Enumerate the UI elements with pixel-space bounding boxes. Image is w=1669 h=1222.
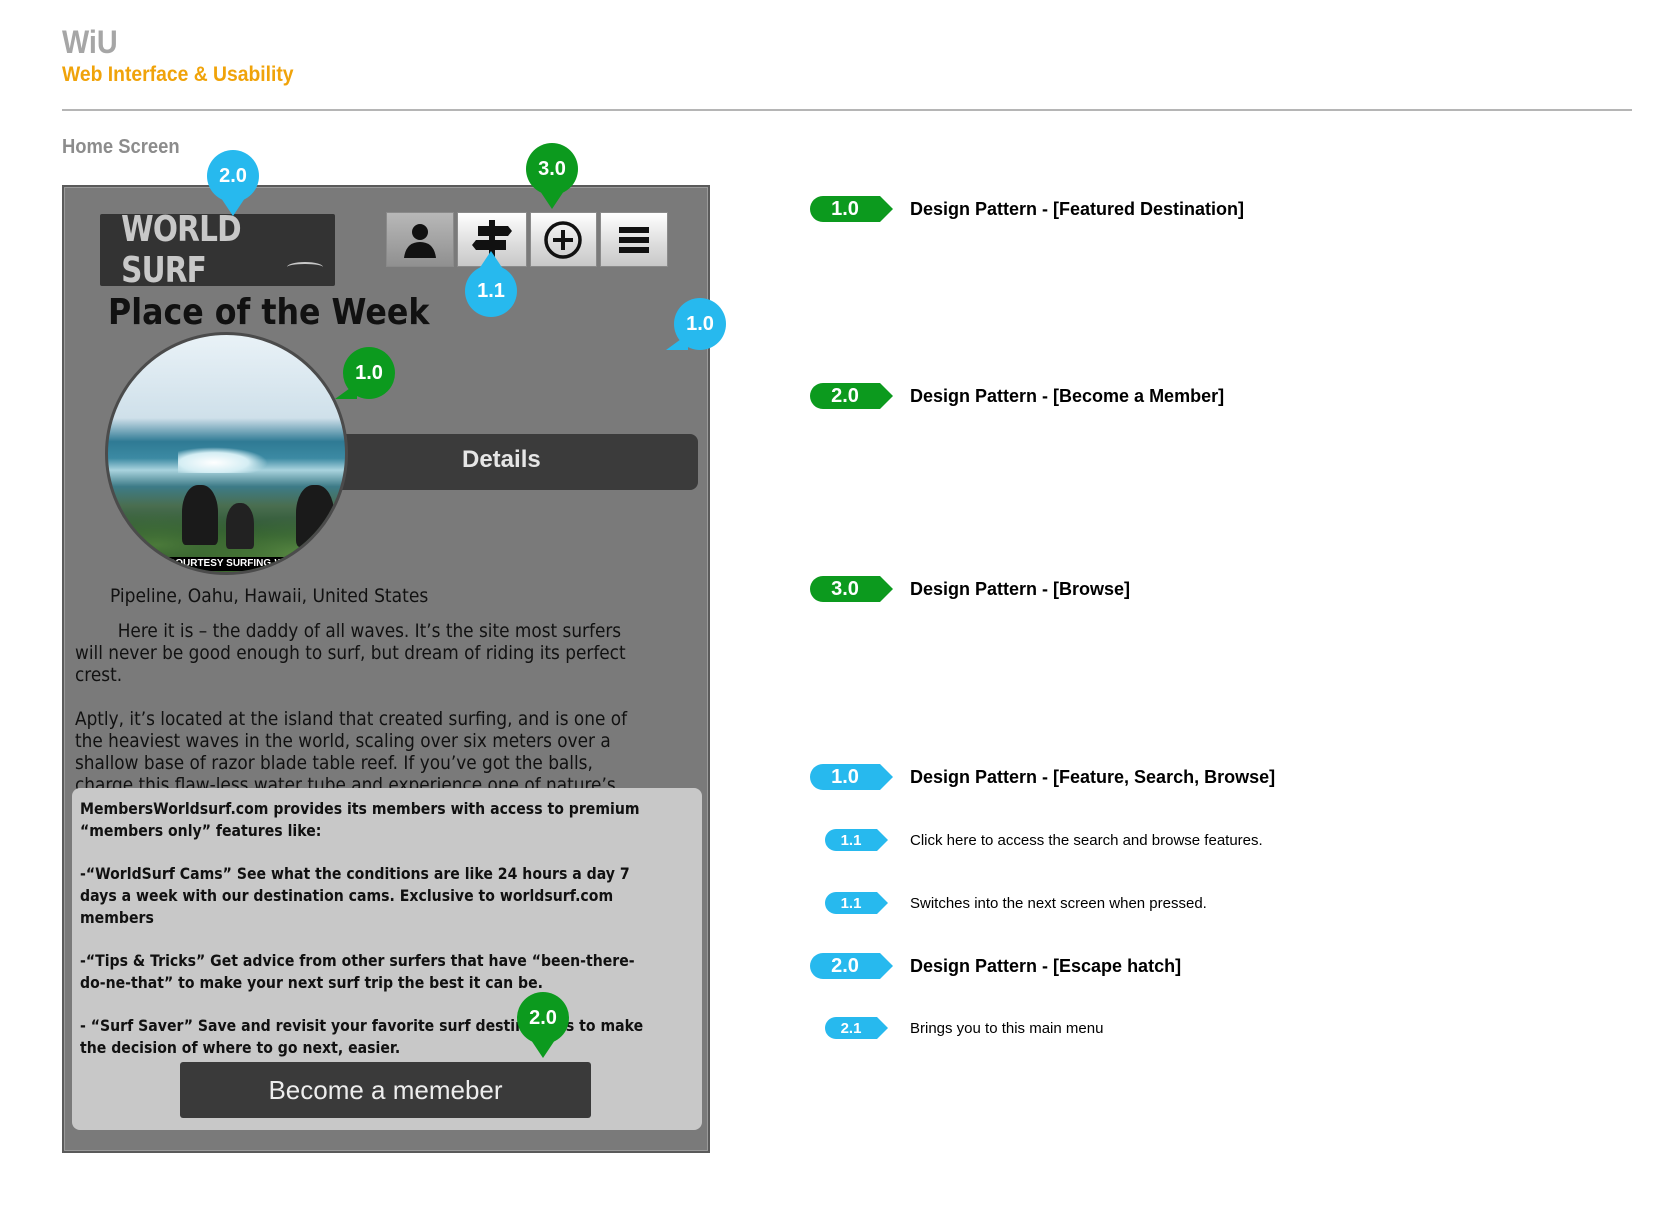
top-navbar (386, 212, 668, 267)
members-text: MembersWorldsurf.com provides its member… (80, 798, 652, 1080)
legend-label: Click here to access the search and brow… (910, 831, 1263, 849)
menu-button[interactable] (600, 212, 668, 267)
legend-item: 1.0 Design Pattern - [Feature, Search, B… (810, 764, 1275, 790)
legend-tag: 3.0 (810, 576, 893, 602)
legend-item: 1.0 Design Pattern - [Featured Destinati… (810, 196, 1244, 222)
legend-tag: 1.1 (825, 892, 888, 914)
details-label: Details (462, 446, 541, 473)
members-feature-cams: -“WorldSurf Cams” See what the condition… (80, 864, 630, 927)
wave-shape (178, 447, 268, 473)
legend-label: Design Pattern - [Become a Member] (910, 385, 1225, 406)
place-of-week-title: Place of the Week (108, 292, 430, 333)
section-title: Home Screen (62, 136, 180, 158)
add-circle-icon (544, 220, 583, 259)
legend-label: Brings you to this main menu (910, 1019, 1104, 1037)
legend-tag: 2.0 (810, 383, 893, 409)
photo-credit: COURTESY SURFING-WAVES (168, 557, 308, 571)
marker-side: 1.0 (666, 298, 726, 350)
surfer-silhouette (296, 485, 334, 547)
user-icon (403, 223, 436, 258)
surfer-silhouette (182, 485, 218, 545)
logo-text: WORLD SURF (121, 209, 241, 291)
description-paragraph: Here it is – the daddy of all waves. It’… (75, 620, 626, 686)
header-divider (62, 109, 1632, 111)
add-button[interactable] (529, 212, 598, 267)
members-intro: MembersWorldsurf.com provides its member… (80, 799, 640, 840)
brand-subtitle: Web Interface & Usability (62, 63, 294, 86)
legend-label: Design Pattern - [Feature, Search, Brows… (910, 766, 1276, 787)
legend-tag: 2.1 (825, 1017, 888, 1039)
legend-item: 2.0 Design Pattern - [Become a Member] (810, 383, 1224, 409)
marker-join: 2.0 (517, 992, 569, 1058)
account-button[interactable] (386, 212, 454, 267)
legend-item: 3.0 Design Pattern - [Browse] (810, 576, 1130, 602)
legend-label: Switches into the next screen when press… (910, 894, 1207, 912)
legend-item: 1.1 Switches into the next screen when p… (810, 892, 1207, 914)
brand-title: WiU (62, 24, 118, 60)
marker-browse: 3.0 (526, 143, 578, 209)
legend-label: Design Pattern - [Featured Destination] (910, 198, 1245, 219)
legend-tag: 1.0 (810, 196, 893, 222)
legend-tag: 1.0 (810, 764, 893, 790)
logo-swoosh (287, 262, 323, 272)
members-panel: MembersWorldsurf.com provides its member… (72, 788, 702, 1130)
location-text: Pipeline, Oahu, Hawaii, United States (110, 585, 429, 607)
legend-label: Design Pattern - [Browse] (910, 578, 1131, 599)
details-button[interactable]: Details (324, 434, 698, 490)
legend-item: 2.1 Brings you to this main menu (810, 1017, 1103, 1039)
legend-item: 1.1 Click here to access the search and … (810, 829, 1263, 851)
worldsurf-logo[interactable]: WORLD SURF (100, 209, 335, 291)
legend-item: 2.0 Design Pattern - [Escape hatch] (810, 953, 1181, 979)
phone-mockup: WORLD SURF Place of the Week Details COU… (62, 185, 710, 1153)
legend-tag: 1.1 (825, 829, 888, 851)
legend-tag: 2.0 (810, 953, 893, 979)
marker-photo: 1.0 (335, 347, 395, 399)
menu-icon (619, 226, 650, 253)
marker-nav: 1.1 (465, 251, 517, 317)
surfer-silhouette (226, 503, 254, 549)
marker-logo: 2.0 (207, 150, 259, 216)
legend-label: Design Pattern - [Escape hatch] (910, 955, 1182, 976)
become-member-button[interactable]: Become a memeber (180, 1062, 591, 1118)
members-feature-tips: -“Tips & Tricks” Get advice from other s… (80, 951, 635, 992)
featured-photo[interactable]: COURTESY SURFING-WAVES (105, 332, 348, 575)
